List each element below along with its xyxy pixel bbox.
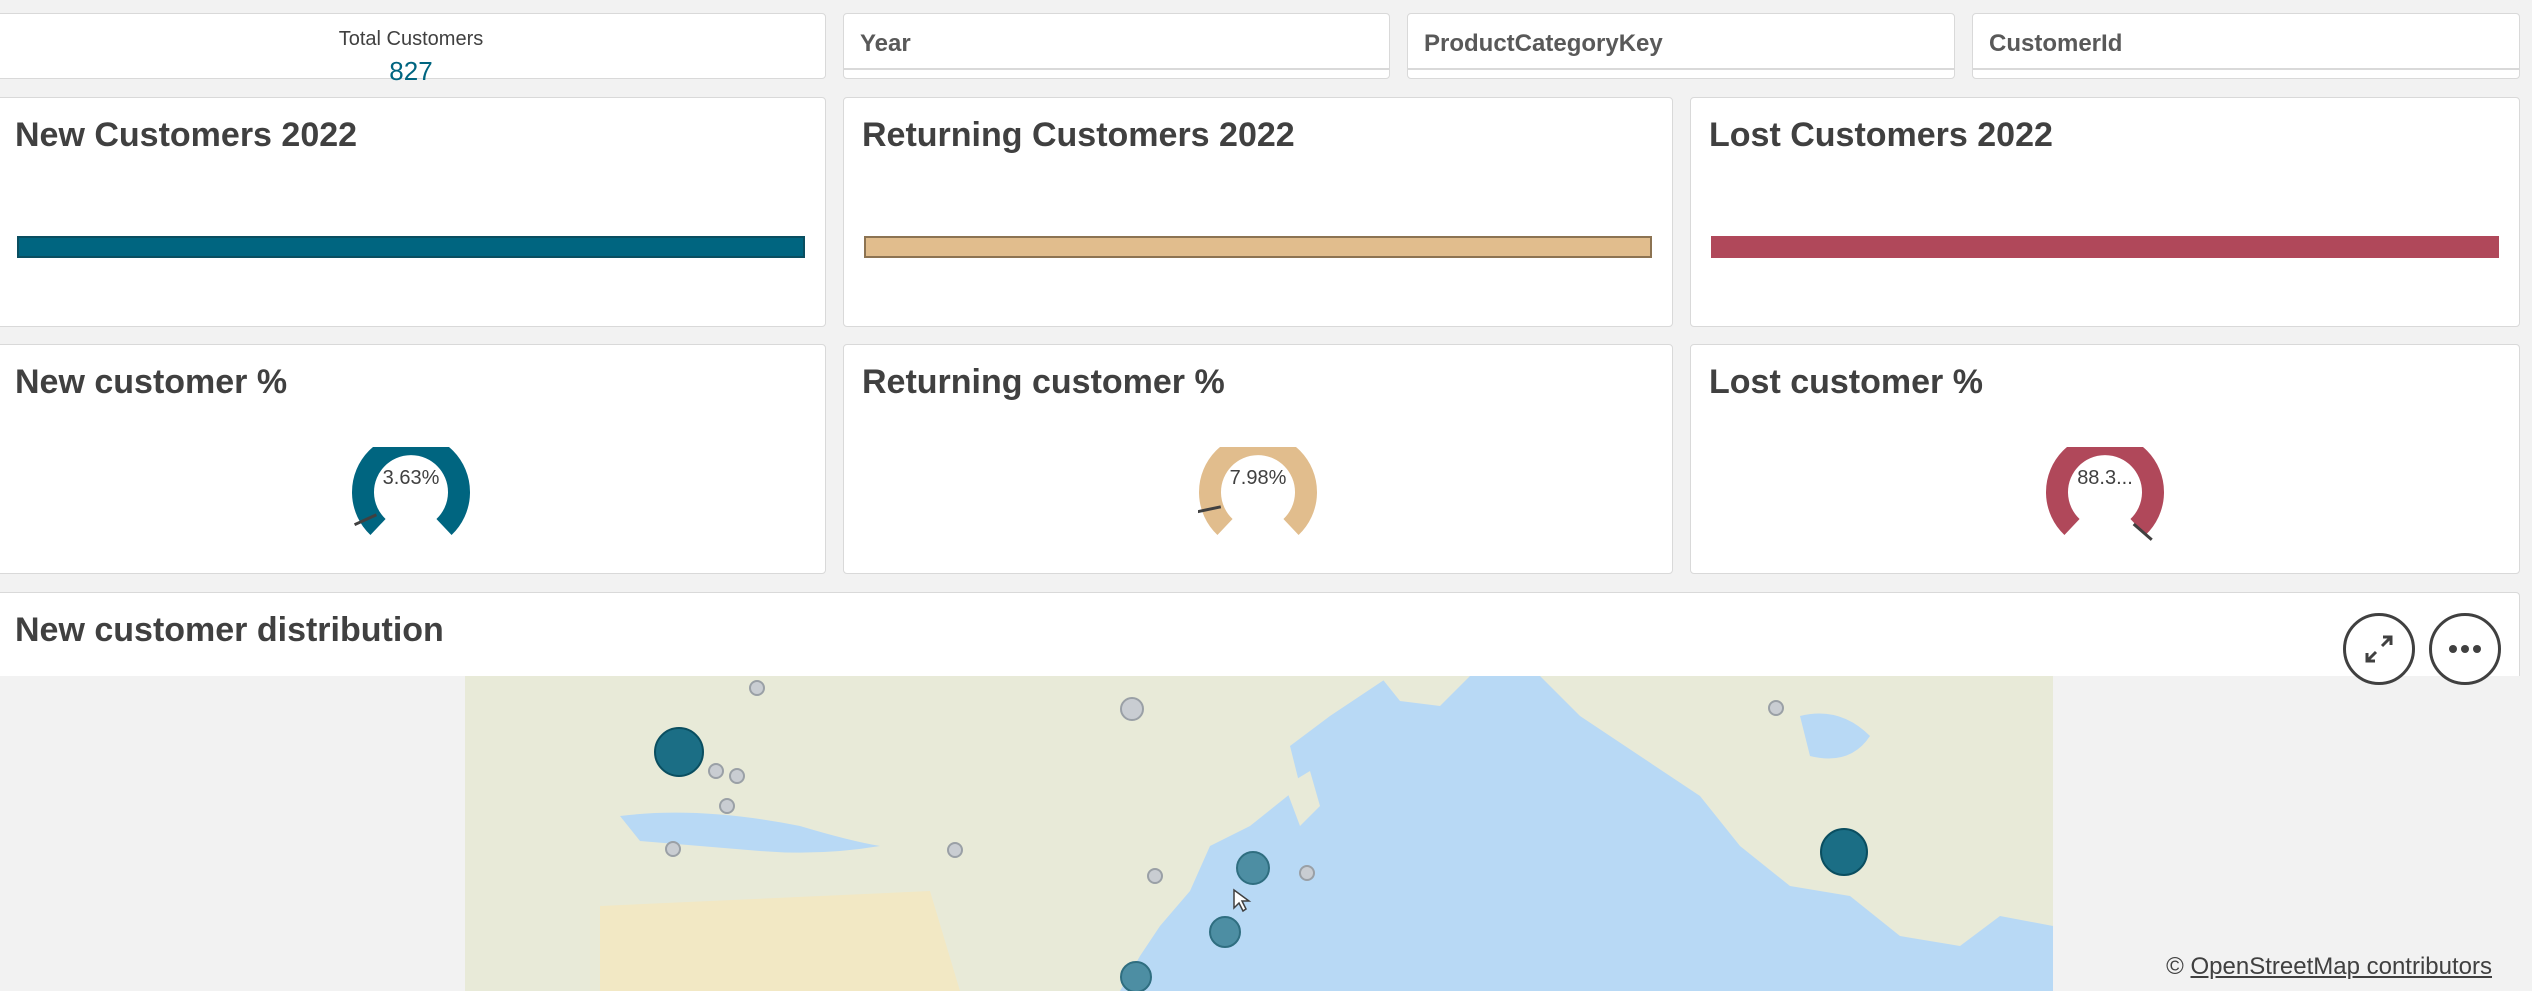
bubble-small xyxy=(749,680,765,696)
lost-customers-card[interactable]: Lost Customers 2022 xyxy=(1690,97,2520,327)
bubble-small xyxy=(665,841,681,857)
returning-customer-pct-title: Returning customer % xyxy=(862,363,1225,401)
lost-customer-pct-title: Lost customer % xyxy=(1709,363,1983,401)
lost-customer-pct-value: 88.3... xyxy=(2077,467,2133,489)
new-customers-bar[interactable] xyxy=(17,236,805,258)
bubble-uk xyxy=(654,727,704,777)
new-customer-gauge xyxy=(352,447,470,535)
year-filter-label: Year xyxy=(860,30,911,57)
africa-land xyxy=(600,891,960,991)
bubble-hongkong xyxy=(1209,916,1241,948)
customer-id-filter[interactable]: CustomerId xyxy=(1972,13,2520,79)
returning-customers-title: Returning Customers 2022 xyxy=(862,116,1295,154)
bubble-small xyxy=(1768,700,1784,716)
lost-customer-pct-card[interactable]: Lost customer % 88.3... xyxy=(1690,344,2520,574)
bubble-small xyxy=(1147,868,1163,884)
bubble-usa xyxy=(1820,828,1868,876)
new-customer-pct-card[interactable]: New customer % 3.63% xyxy=(0,344,826,574)
product-category-filter[interactable]: ProductCategoryKey xyxy=(1407,13,1955,79)
returning-customer-pct-card[interactable]: Returning customer % 7.98% xyxy=(843,344,1673,574)
total-customers-kpi[interactable]: Total Customers 827 xyxy=(0,13,826,86)
bubble-small xyxy=(729,768,745,784)
map-panel-title: New customer distribution xyxy=(15,611,444,649)
bubble-small xyxy=(708,763,724,779)
bubble-singapore xyxy=(1120,961,1152,991)
new-customer-pct-value: 3.63% xyxy=(382,467,440,489)
map-canvas xyxy=(465,676,2053,991)
filter-divider xyxy=(844,68,1389,70)
bubble-small xyxy=(719,798,735,814)
year-filter[interactable]: Year xyxy=(843,13,1390,79)
lost-customers-bar[interactable] xyxy=(1711,236,2499,258)
returning-customers-card[interactable]: Returning Customers 2022 xyxy=(843,97,1673,327)
new-customers-title: New Customers 2022 xyxy=(15,116,358,154)
product-category-filter-label: ProductCategoryKey xyxy=(1424,30,1663,57)
bubble-small xyxy=(1120,697,1144,721)
openstreetmap-link[interactable]: OpenStreetMap contributors xyxy=(2191,953,2493,980)
expand-button[interactable] xyxy=(2343,613,2415,685)
world-map[interactable]: © OpenStreetMap contributors xyxy=(0,676,2520,991)
new-customer-pct-title: New customer % xyxy=(15,363,288,401)
map-attribution: © OpenStreetMap contributors xyxy=(2166,953,2492,981)
bubble-small xyxy=(1299,865,1315,881)
filter-divider xyxy=(1408,68,1954,70)
bubble-china xyxy=(1236,851,1270,885)
returning-customer-pct-value: 7.98% xyxy=(1229,467,1287,489)
returning-customer-gauge xyxy=(1198,447,1317,535)
new-customers-card[interactable]: New Customers 2022 xyxy=(0,97,826,327)
total-customers-label: Total Customers xyxy=(338,28,484,50)
customer-id-filter-label: CustomerId xyxy=(1989,30,2123,57)
total-customers-value: 827 xyxy=(389,56,433,86)
bubble-small xyxy=(947,842,963,858)
filter-divider xyxy=(1973,68,2519,70)
more-options-button[interactable] xyxy=(2429,613,2501,685)
returning-customers-bar[interactable] xyxy=(864,236,1652,258)
lost-customer-gauge xyxy=(2046,447,2164,541)
expand-icon xyxy=(2365,635,2393,663)
attribution-copyright: © xyxy=(2166,953,2184,980)
lost-customers-title: Lost Customers 2022 xyxy=(1709,116,2053,154)
more-options-icon xyxy=(2449,645,2481,653)
